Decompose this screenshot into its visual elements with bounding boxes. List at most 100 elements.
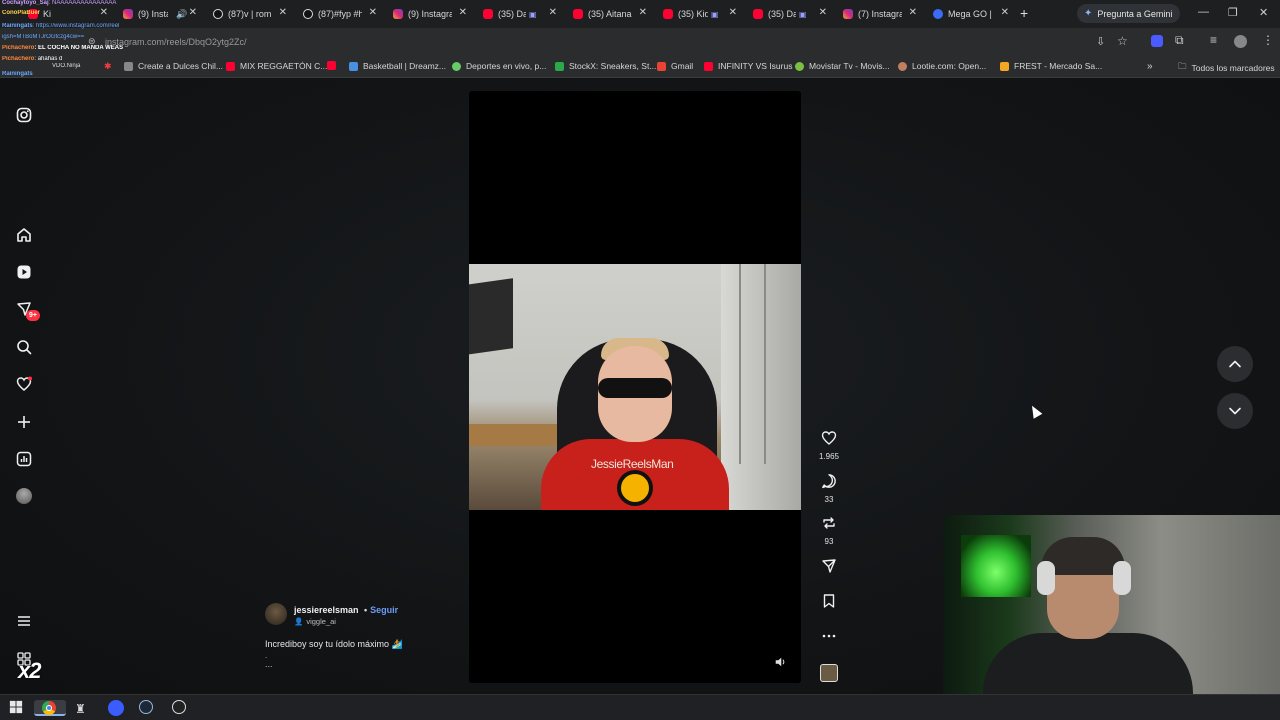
browser-tab[interactable]: (35) Aitana ✕ xyxy=(573,4,647,24)
more-menu-icon[interactable] xyxy=(16,613,32,629)
audio-attribution[interactable]: 👤 viggle_ai xyxy=(294,617,336,626)
notification-badge: 9+ xyxy=(26,310,40,321)
browser-tab[interactable]: (35) Da ▣ ✕ xyxy=(483,4,557,24)
browser-tab[interactable]: Ki ✕ xyxy=(28,4,108,24)
bookmark-item[interactable]: Create a Dulces Chil... xyxy=(124,61,223,71)
person-icon: 👤 xyxy=(294,617,304,626)
bookmark-item[interactable]: FREST - Mercado Sa... xyxy=(1000,61,1102,71)
follow-separator: • xyxy=(364,605,368,615)
author-avatar[interactable] xyxy=(265,603,287,625)
speaker-icon[interactable]: 🔊 xyxy=(176,9,187,20)
author-username[interactable]: jessiereelsman xyxy=(294,605,359,615)
close-tab-icon[interactable]: ✕ xyxy=(459,7,467,18)
repost-button[interactable]: 93 xyxy=(818,515,840,546)
bookmark-item[interactable]: INFINITY VS Isurus xyxy=(704,61,792,71)
close-tab-icon[interactable]: ✕ xyxy=(909,7,917,18)
browser-tab-strip: Ki ✕ (9) Insta 🔊 ✕ (87)v | rom ✕ (87)#fy… xyxy=(0,0,1280,28)
close-tab-icon[interactable]: ✕ xyxy=(549,7,557,18)
mega-icon xyxy=(933,9,943,19)
notifications-heart-icon[interactable] xyxy=(16,376,32,392)
all-bookmarks-folder[interactable]: 🗀 Todos los marcadores xyxy=(1178,61,1275,75)
tab-title: Ki xyxy=(43,9,52,19)
bookmark-label: FREST - Mercado Sa... xyxy=(1014,61,1103,71)
profile-avatar-icon[interactable] xyxy=(1234,35,1247,48)
tab-title: (35) Kid xyxy=(678,9,708,19)
like-count: 1.965 xyxy=(818,452,840,461)
close-tab-icon[interactable]: ✕ xyxy=(729,7,737,18)
caption-more-button[interactable]: ... xyxy=(265,659,273,669)
taskbar-chrome-button[interactable] xyxy=(34,700,66,716)
close-tab-icon[interactable]: ✕ xyxy=(369,7,377,18)
new-tab-button[interactable]: + xyxy=(1020,5,1028,21)
browser-tab[interactable]: (9) Instagra ✕ xyxy=(393,4,467,24)
more-bookmarks-button[interactable]: » xyxy=(1147,61,1153,72)
tab-title: (35) Aitana xyxy=(588,9,632,19)
menu-kebab-icon[interactable]: ⋮ xyxy=(1262,33,1274,47)
bookmark-item[interactable] xyxy=(327,61,341,70)
original-audio-thumbnail[interactable] xyxy=(820,664,838,682)
close-tab-icon[interactable]: ✕ xyxy=(639,7,647,18)
like-button[interactable]: 1.965 xyxy=(818,430,840,461)
close-tab-icon[interactable]: ✕ xyxy=(100,7,108,18)
obs-icon[interactable] xyxy=(172,700,188,716)
close-tab-icon[interactable]: ✕ xyxy=(279,7,287,18)
comment-button[interactable]: 33 xyxy=(818,473,840,504)
browser-tab-active[interactable]: Mega GO | ✕ xyxy=(933,4,1009,24)
close-tab-icon[interactable]: ✕ xyxy=(189,7,197,18)
home-icon[interactable] xyxy=(16,227,32,243)
tab-title: (9) Instagra xyxy=(408,9,452,19)
url-field[interactable]: instagram.com/reels/DbqO2ytg2Zc/ xyxy=(105,37,247,47)
webcam-streamer-body xyxy=(983,633,1193,695)
next-reel-button[interactable] xyxy=(1217,393,1253,429)
search-icon[interactable] xyxy=(16,339,32,355)
puzzle-extensions-icon[interactable]: ⧉ xyxy=(1175,33,1184,48)
browser-tab[interactable]: (7) Instagra ✕ xyxy=(843,4,917,24)
taskbar-app-icon[interactable]: ♜ xyxy=(75,700,91,716)
profile-avatar[interactable] xyxy=(16,488,32,504)
bookmark-item[interactable]: Deportes en vivo, p... xyxy=(452,61,546,71)
minimize-button[interactable]: — xyxy=(1198,6,1209,18)
create-plus-icon[interactable] xyxy=(16,414,32,430)
restore-button[interactable]: ❐ xyxy=(1228,6,1238,19)
bookmark-item[interactable]: MIX REGGAETÓN C... xyxy=(226,61,327,71)
close-window-button[interactable]: ✕ xyxy=(1259,6,1268,19)
browser-tab[interactable]: (87)v | rom ✕ xyxy=(213,4,287,24)
save-button[interactable] xyxy=(818,593,840,614)
site-info-icon[interactable]: ⊜ xyxy=(88,36,96,47)
mouse-cursor-icon xyxy=(1027,403,1043,419)
reels-icon[interactable] xyxy=(16,264,32,280)
bookmark-item[interactable]: Gmail xyxy=(657,61,693,71)
browser-tab[interactable]: (9) Insta 🔊 ✕ xyxy=(123,4,197,24)
tab-title: (87)#fyp #h xyxy=(318,9,362,19)
browser-tab[interactable]: (35) Da ▣ ✕ xyxy=(753,4,827,24)
media-controls-icon[interactable]: ≡ xyxy=(1210,33,1217,47)
volume-icon[interactable] xyxy=(774,656,788,670)
instagram-logo-icon[interactable] xyxy=(16,107,32,123)
more-options-button[interactable] xyxy=(818,628,840,649)
bookmark-item[interactable]: Movistar Tv - Movis... xyxy=(795,61,890,71)
streamer-webcam-overlay xyxy=(943,515,1280,695)
follow-button[interactable]: • Seguir xyxy=(364,605,398,615)
install-app-icon[interactable]: ⇩ xyxy=(1096,35,1105,48)
instagram-icon xyxy=(123,9,133,19)
bookmark-star-icon[interactable]: ☆ xyxy=(1117,34,1128,48)
repost-icon xyxy=(823,517,835,529)
share-button[interactable] xyxy=(818,558,840,579)
close-tab-icon[interactable]: ✕ xyxy=(819,7,827,18)
windows-start-icon[interactable] xyxy=(9,700,25,716)
dashboard-icon[interactable] xyxy=(16,451,32,467)
bookmark-item[interactable]: Lootie.com: Open... xyxy=(898,61,986,71)
close-tab-icon[interactable]: ✕ xyxy=(1001,7,1009,18)
extension-icon[interactable] xyxy=(1151,35,1163,47)
audio-name: viggle_ai xyxy=(306,617,336,626)
gemini-button[interactable]: ✦ Pregunta a Gemini xyxy=(1077,4,1181,23)
taskbar-app-icon[interactable] xyxy=(108,700,124,716)
bookmark-item[interactable]: Basketball | Dreamz... xyxy=(349,61,446,71)
bookmark-item[interactable]: ✱ xyxy=(104,61,112,72)
previous-reel-button[interactable] xyxy=(1217,346,1253,382)
reel-video-player[interactable]: JessieReelsMan xyxy=(469,91,801,683)
browser-tab[interactable]: (35) Kid ▣ ✕ xyxy=(663,4,737,24)
browser-tab[interactable]: (87)#fyp #h ✕ xyxy=(303,4,377,24)
bookmark-item[interactable]: StockX: Sneakers, St... xyxy=(555,61,656,71)
steam-icon[interactable] xyxy=(139,700,155,716)
